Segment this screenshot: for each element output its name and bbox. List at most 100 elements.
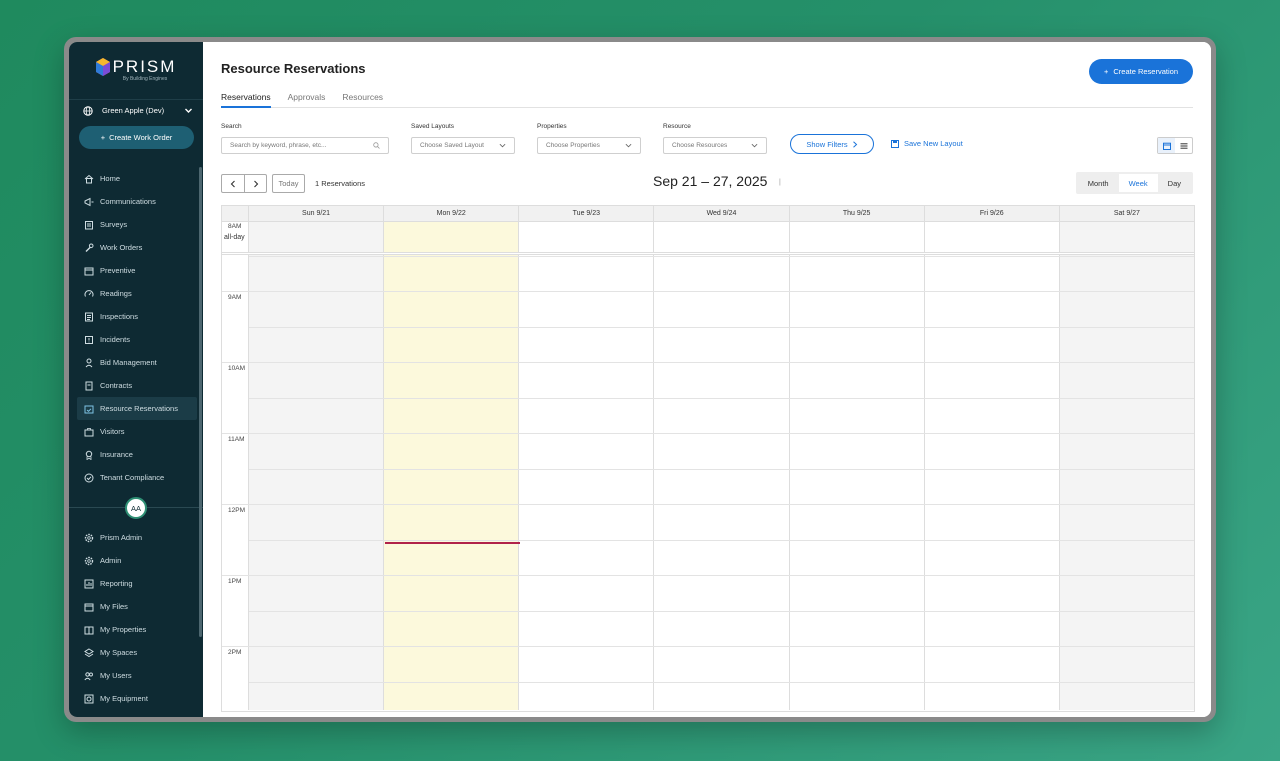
allday-cell-mon[interactable] [384,222,520,252]
tab-reservations[interactable]: Reservations [221,92,271,108]
sidebar-item-prism-admin[interactable]: Prism Admin [69,526,203,549]
chevron-down-icon [499,143,506,148]
save-icon [891,139,899,148]
chevron-down-icon[interactable] [184,106,193,115]
show-filters-button[interactable]: Show Filters [790,134,874,154]
brand-logo[interactable]: PRISM By Building Engines [69,42,203,97]
day-column-sun[interactable] [249,255,385,710]
sidebar-item-my-spaces[interactable]: My Spaces [69,641,203,664]
save-new-layout-label: Save New Layout [904,139,963,148]
mode-day-button[interactable]: Day [1158,174,1191,192]
sidebar-item-insurance[interactable]: Insurance [69,443,203,466]
day-header-fri[interactable]: Fri 9/26 [925,206,1060,221]
sidebar-item-label: Resource Reservations [100,404,178,413]
sidebar-item-inspections[interactable]: Inspections [69,305,203,328]
calendar-check-icon [84,405,94,413]
hour-label: 1PM [228,578,242,585]
day-header-thu[interactable]: Thu 9/25 [790,206,925,221]
day-column-sat[interactable] [1059,255,1194,710]
megaphone-icon [84,197,94,206]
sidebar-item-reporting[interactable]: Reporting [69,572,203,595]
resource-label: Resource [663,123,691,130]
sidebar-item-label: Work Orders [100,243,143,252]
check-circle-icon [84,473,94,482]
day-header-tue[interactable]: Tue 9/23 [519,206,655,221]
users-icon [84,671,93,680]
day-column-thu[interactable] [790,255,925,710]
day-column-mon[interactable] [384,255,520,710]
sidebar-item-label: Communications [100,197,156,206]
mode-month-button[interactable]: Month [1078,174,1119,192]
sidebar-item-label: Tenant Compliance [100,473,165,482]
allday-row: all-day [222,222,1194,255]
sidebar-item-visitors[interactable]: Visitors [69,420,203,443]
half-hour-line [249,539,1194,541]
sidebar-scrollbar[interactable] [199,167,202,637]
sidebar-item-label: Bid Management [100,358,157,367]
sidebar-item-label: Insurance [100,450,133,459]
range-separator: | [779,179,781,186]
tab-approvals[interactable]: Approvals [288,92,326,108]
save-new-layout-link[interactable]: Save New Layout [891,139,963,148]
sidebar-item-home[interactable]: Home [69,167,203,190]
create-reservation-button[interactable]: + Create Reservation [1089,59,1193,84]
prev-week-button[interactable] [222,175,244,192]
org-selector[interactable]: Green Apple (Dev) [69,99,203,121]
list-view-button[interactable] [1175,138,1192,153]
saved-layouts-select[interactable]: Choose Saved Layout [411,137,515,154]
sidebar: PRISM By Building Engines Green Apple (D… [69,42,203,717]
wrench-icon [85,243,94,252]
gear-icon [84,556,94,565]
sidebar-item-tenant-compliance[interactable]: Tenant Compliance [69,466,203,489]
sidebar-item-label: My Spaces [100,648,138,657]
calendar-view-button[interactable] [1158,138,1175,153]
main-nav: Home Communications Surveys Work Orders Prev… [69,167,203,489]
create-work-order-button[interactable]: + Create Work Order [79,126,194,149]
day-column-wed[interactable] [654,255,790,710]
sidebar-item-my-properties[interactable]: My Properties [69,618,203,641]
sidebar-item-my-users[interactable]: My Users [69,664,203,687]
mode-week-button[interactable]: Week [1118,174,1158,192]
plus-icon: + [1103,67,1109,76]
avatar[interactable]: AA [125,497,147,519]
sidebar-item-contracts[interactable]: Contracts [69,374,203,397]
sidebar-item-work-orders[interactable]: Work Orders [69,236,203,259]
view-toggle [1157,137,1193,154]
sidebar-item-resource-reservations[interactable]: Resource Reservations [77,397,197,420]
sidebar-item-admin[interactable]: Admin [69,549,203,572]
tab-resources[interactable]: Resources [342,92,383,108]
properties-select[interactable]: Choose Properties [537,137,641,154]
allday-cell-sat[interactable] [1059,222,1194,252]
sidebar-item-my-files[interactable]: My Files [69,595,203,618]
resource-select[interactable]: Choose Resources [663,137,767,154]
time-grid[interactable]: 8AM 9AM 10AM 11AM 12PM 1PM 2PM [222,223,1194,710]
sidebar-item-surveys[interactable]: Surveys [69,213,203,236]
gavel-icon [85,358,93,367]
day-header-wed[interactable]: Wed 9/24 [654,206,790,221]
create-work-order-label: Create Work Order [109,133,173,142]
allday-cell-wed[interactable] [654,222,790,252]
sidebar-item-communications[interactable]: Communications [69,190,203,213]
today-button[interactable]: Today [272,174,305,193]
hour-label: 8AM [228,223,242,230]
allday-cell-thu[interactable] [790,222,925,252]
sidebar-item-my-equipment[interactable]: My Equipment [69,687,203,710]
allday-cell-sun[interactable] [249,222,385,252]
allday-cell-fri[interactable] [925,222,1060,252]
calendar-icon [1162,142,1171,150]
sidebar-item-bid-management[interactable]: Bid Management [69,351,203,374]
day-header-sun[interactable]: Sun 9/21 [249,206,385,221]
hour-label: 9AM [228,294,242,301]
day-column-fri[interactable] [925,255,1060,710]
sidebar-item-readings[interactable]: Readings [69,282,203,305]
calendar-header: Sun 9/21 Mon 9/22 Tue 9/23 Wed 9/24 Thu … [222,206,1194,222]
next-week-button[interactable] [244,175,266,192]
day-header-mon[interactable]: Mon 9/22 [384,206,520,221]
search-input[interactable]: Search by keyword, phrase, etc... [221,137,389,154]
day-header-sat[interactable]: Sat 9/27 [1060,206,1194,221]
day-column-tue[interactable] [519,255,655,710]
brand-name: PRISM [112,57,177,76]
sidebar-item-incidents[interactable]: Incidents [69,328,203,351]
sidebar-item-preventive[interactable]: Preventive [69,259,203,282]
allday-cell-tue[interactable] [519,222,655,252]
